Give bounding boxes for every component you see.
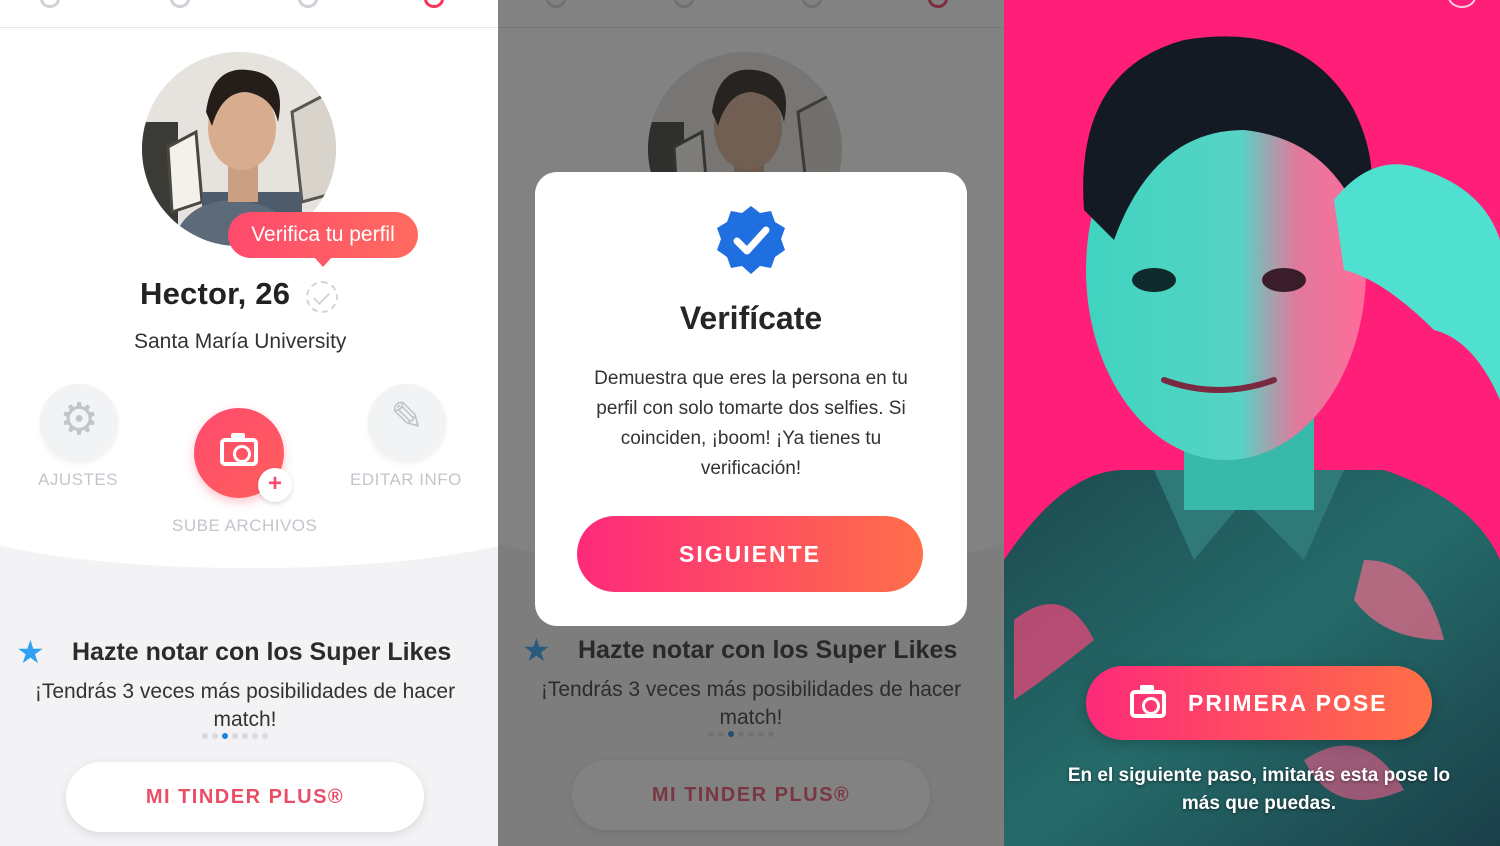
super-likes-subtitle: ¡Tendrás 3 veces más posibilidades de ha…	[34, 680, 456, 731]
super-likes-title: Hazte notar con los Super Likes	[72, 638, 452, 666]
carousel-dot-active[interactable]	[222, 732, 228, 739]
verify-profile-tooltip[interactable]: Verifica tu perfil	[228, 212, 418, 267]
add-plus-icon[interactable]: +	[258, 468, 292, 502]
carousel-dot[interactable]	[212, 732, 218, 739]
verify-modal-screen: ★ Hazte notar con los Super Likes ¡Tendr…	[498, 0, 1004, 846]
edit-pencil-icon[interactable]	[368, 384, 446, 462]
screenshot-collage: Verifica tu perfil Hector, 26 Santa Marí…	[0, 0, 1500, 846]
next-button[interactable]: SIGUIENTE	[577, 516, 923, 592]
verified-check-icon	[306, 281, 338, 313]
carousel-dots[interactable]	[200, 727, 270, 739]
verified-badge-icon	[717, 206, 785, 274]
tinder-plus-button[interactable]: MI TINDER PLUS®	[66, 762, 424, 832]
modal-title: Verifícate	[679, 300, 823, 336]
discover-tab-icon[interactable]	[170, 0, 190, 8]
first-pose-button[interactable]: PRIMERA POSE	[1086, 666, 1432, 740]
profile-school: Santa María University	[134, 330, 347, 353]
carousel-dot[interactable]	[202, 732, 208, 739]
top-navigation-bar	[0, 0, 498, 28]
pose-example-screen: PRIMERA POSE En el siguiente paso, imita…	[1004, 0, 1500, 846]
modal-description: Demuestra que eres la persona en tu perf…	[594, 368, 908, 479]
carousel-dot[interactable]	[242, 732, 248, 739]
profile-tab-icon[interactable]	[40, 0, 60, 8]
carousel-dot[interactable]	[232, 732, 238, 739]
pose-instruction: En el siguiente paso, imitarás esta pose…	[1067, 765, 1451, 814]
camera-icon	[1130, 685, 1166, 718]
edit-info-label[interactable]: EDITAR INFO	[350, 470, 462, 490]
star-icon: ★	[16, 634, 45, 670]
profile-screen: Verifica tu perfil Hector, 26 Santa Marí…	[0, 0, 498, 846]
settings-gear-icon[interactable]	[40, 384, 118, 462]
likes-tab-icon[interactable]	[298, 0, 318, 8]
first-pose-label: PRIMERA POSE	[1188, 690, 1388, 716]
messages-tab-icon[interactable]	[424, 0, 444, 8]
verify-modal: Verifícate Demuestra que eres la persona…	[535, 172, 967, 626]
top-nav-icons	[0, 0, 498, 8]
carousel-dot[interactable]	[252, 732, 258, 739]
carousel-dot[interactable]	[262, 732, 268, 739]
profile-name-age: Hector, 26	[140, 276, 291, 311]
settings-label[interactable]: AJUSTES	[38, 470, 118, 490]
camera-icon	[220, 433, 258, 466]
upload-label[interactable]: SUBE ARCHIVOS	[172, 516, 317, 536]
